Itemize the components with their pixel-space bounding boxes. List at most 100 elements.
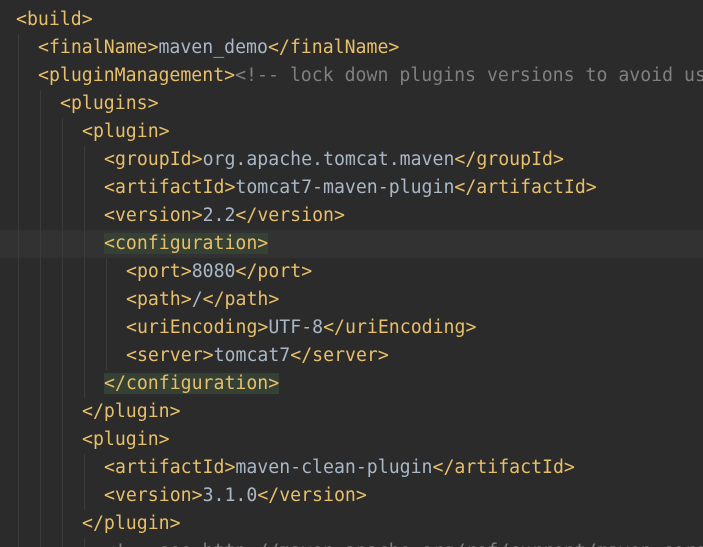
- code-line[interactable]: <plugins>: [0, 90, 703, 118]
- xml-text: tomcat7: [213, 345, 291, 366]
- code-text: <build>: [16, 6, 93, 34]
- xml-tag: <build>: [16, 9, 93, 30]
- xml-comment: <!-- lock down plugins versions to avoid…: [235, 65, 703, 86]
- xml-tag: <path>: [126, 289, 192, 310]
- indent-guide: [40, 146, 41, 174]
- xml-tag: </uriEncoding>: [323, 317, 477, 338]
- indent-guide: [62, 118, 63, 146]
- xml-text: 8080: [191, 261, 236, 282]
- indent-guide: [84, 230, 85, 258]
- code-line[interactable]: </configuration>: [0, 370, 703, 398]
- indent-guide: [40, 202, 41, 230]
- code-text: <path>/</path>: [126, 286, 279, 314]
- indent-guide: [18, 370, 19, 398]
- code-line[interactable]: <port>8080</port>: [0, 258, 703, 286]
- code-text: </plugin>: [82, 398, 181, 426]
- indent-guide: [40, 342, 41, 370]
- xml-tag: </path>: [202, 289, 280, 310]
- indent-guide: [62, 426, 63, 454]
- code-line[interactable]: <plugin>: [0, 426, 703, 454]
- xml-text: 3.1.0: [202, 485, 258, 506]
- indent-guide: [40, 510, 41, 538]
- indent-guide: [84, 370, 85, 398]
- indent-guide: [62, 174, 63, 202]
- code-text: <configuration>: [104, 230, 269, 258]
- indent-guide: [62, 314, 63, 342]
- code-line[interactable]: <uriEncoding>UTF-8</uriEncoding>: [0, 314, 703, 342]
- indent-guide: [84, 482, 85, 510]
- indent-guide: [40, 118, 41, 146]
- code-line[interactable]: <artifactId>tomcat7-maven-plugin</artifa…: [0, 174, 703, 202]
- code-line[interactable]: <groupId>org.apache.tomcat.maven</groupI…: [0, 146, 703, 174]
- xml-tag: <groupId>: [104, 149, 203, 170]
- indent-guide: [62, 482, 63, 510]
- code-text: </plugin>: [82, 510, 181, 538]
- code-line[interactable]: <artifactId>maven-clean-plugin</artifact…: [0, 454, 703, 482]
- xml-tag: </artifactId>: [432, 457, 575, 478]
- indent-guide: [84, 202, 85, 230]
- indent-guide: [18, 482, 19, 510]
- indent-guide: [62, 286, 63, 314]
- code-line[interactable]: <pluginManagement><!-- lock down plugins…: [0, 62, 703, 90]
- xml-tag: <configuration>: [104, 233, 269, 254]
- indent-guide: [40, 482, 41, 510]
- indent-guide: [40, 90, 41, 118]
- code-line[interactable]: <version>2.2</version>: [0, 202, 703, 230]
- code-line[interactable]: <build>: [0, 6, 703, 34]
- xml-tag: </plugin>: [82, 513, 181, 534]
- xml-tag: </groupId>: [454, 149, 564, 170]
- code-line-current[interactable]: <configuration>: [0, 230, 703, 258]
- code-line[interactable]: <finalName>maven_demo</finalName>: [0, 34, 703, 62]
- xml-tag: </port>: [235, 261, 313, 282]
- code-text: <uriEncoding>UTF-8</uriEncoding>: [126, 314, 476, 342]
- code-text: <groupId>org.apache.tomcat.maven</groupI…: [104, 146, 564, 174]
- indent-guide: [40, 286, 41, 314]
- indent-guide: [84, 146, 85, 174]
- xml-tag: </finalName>: [267, 37, 400, 58]
- xml-tag: <version>: [104, 205, 203, 226]
- code-text: <artifactId>tomcat7-maven-plugin</artifa…: [104, 174, 597, 202]
- indent-guide: [18, 538, 19, 547]
- indent-guide: [84, 314, 85, 342]
- xml-tag: <plugin>: [82, 121, 170, 142]
- code-line[interactable]: <!-- see http://maven.apache.org/ref/cur…: [0, 538, 703, 547]
- xml-text: 2.2: [202, 205, 236, 226]
- code-text: <pluginManagement><!-- lock down plugins…: [38, 62, 703, 90]
- indent-guide: [106, 314, 107, 342]
- indent-guide: [62, 510, 63, 538]
- xml-tag: </version>: [257, 485, 367, 506]
- indent-guide: [18, 314, 19, 342]
- indent-guide: [18, 426, 19, 454]
- indent-guide: [62, 454, 63, 482]
- xml-text: tomcat7-maven-plugin: [235, 177, 455, 198]
- indent-guide: [62, 258, 63, 286]
- code-line[interactable]: <version>3.1.0</version>: [0, 482, 703, 510]
- xml-tag: <server>: [126, 345, 214, 366]
- indent-guide: [40, 370, 41, 398]
- code-line[interactable]: </plugin>: [0, 510, 703, 538]
- code-editor[interactable]: <build> <finalName>maven_demo</finalName>…: [0, 0, 703, 547]
- code-line[interactable]: <path>/</path>: [0, 286, 703, 314]
- indent-guide: [18, 34, 19, 62]
- indent-guide: [62, 146, 63, 174]
- indent-guide: [84, 454, 85, 482]
- indent-guide: [40, 258, 41, 286]
- xml-text: maven_demo: [158, 37, 268, 58]
- code-text: <plugins>: [60, 90, 159, 118]
- code-line[interactable]: <server>tomcat7</server>: [0, 342, 703, 370]
- indent-guide: [40, 314, 41, 342]
- indent-guide: [18, 398, 19, 426]
- indent-guide: [62, 230, 63, 258]
- indent-guide: [62, 398, 63, 426]
- indent-guide: [106, 286, 107, 314]
- xml-tag: <uriEncoding>: [126, 317, 269, 338]
- xml-tag: </plugin>: [82, 401, 181, 422]
- xml-text: /: [191, 289, 203, 310]
- xml-tag: </server>: [290, 345, 389, 366]
- indent-guide: [106, 258, 107, 286]
- code-line[interactable]: <plugin>: [0, 118, 703, 146]
- code-line[interactable]: </plugin>: [0, 398, 703, 426]
- code-text: <server>tomcat7</server>: [126, 342, 389, 370]
- xml-tag: </configuration>: [104, 373, 280, 394]
- xml-tag: <pluginManagement>: [38, 65, 236, 86]
